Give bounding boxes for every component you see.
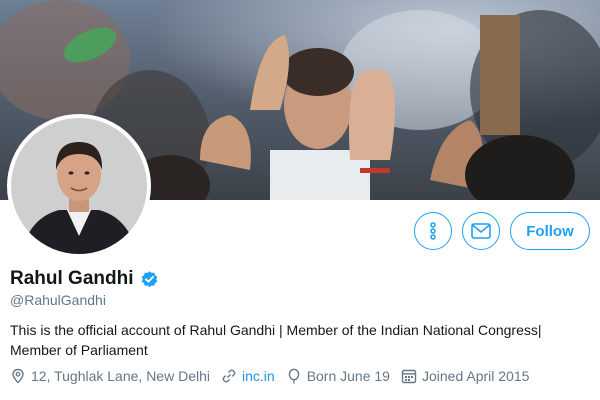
follow-button[interactable]: Follow	[510, 212, 590, 250]
profile-name[interactable]: Rahul Gandhi	[10, 268, 134, 290]
website-link[interactable]: inc.in	[242, 368, 275, 384]
profile-avatar[interactable]	[7, 114, 151, 258]
website-item: inc.in	[221, 368, 275, 384]
verified-badge-icon	[141, 270, 157, 287]
birthday-text: Born June 19	[306, 368, 390, 384]
location-pin-icon	[12, 368, 24, 384]
profile-handle[interactable]: @RahulGandhi	[10, 292, 106, 308]
balloon-icon	[288, 368, 299, 384]
profile-meta: 12, Tughlak Lane, New Delhi inc.in Born …	[10, 368, 540, 384]
joined-item: Joined April 2015	[401, 368, 529, 384]
location-item: 12, Tughlak Lane, New Delhi	[10, 368, 210, 384]
envelope-icon	[471, 223, 491, 239]
profile-name-row: Rahul Gandhi	[10, 268, 159, 290]
profile-bio: This is the official account of Rahul Ga…	[10, 322, 542, 358]
location-text: 12, Tughlak Lane, New Delhi	[31, 368, 210, 384]
joined-text: Joined April 2015	[421, 368, 530, 384]
more-vertical-icon	[430, 222, 436, 240]
more-options-button[interactable]	[414, 212, 452, 250]
profile-actions: Follow	[414, 212, 590, 250]
link-icon	[222, 369, 236, 383]
birthday-item: Born June 19	[286, 368, 390, 384]
message-button[interactable]	[462, 212, 500, 250]
avatar-portrait	[11, 118, 147, 254]
calendar-icon	[401, 369, 417, 384]
